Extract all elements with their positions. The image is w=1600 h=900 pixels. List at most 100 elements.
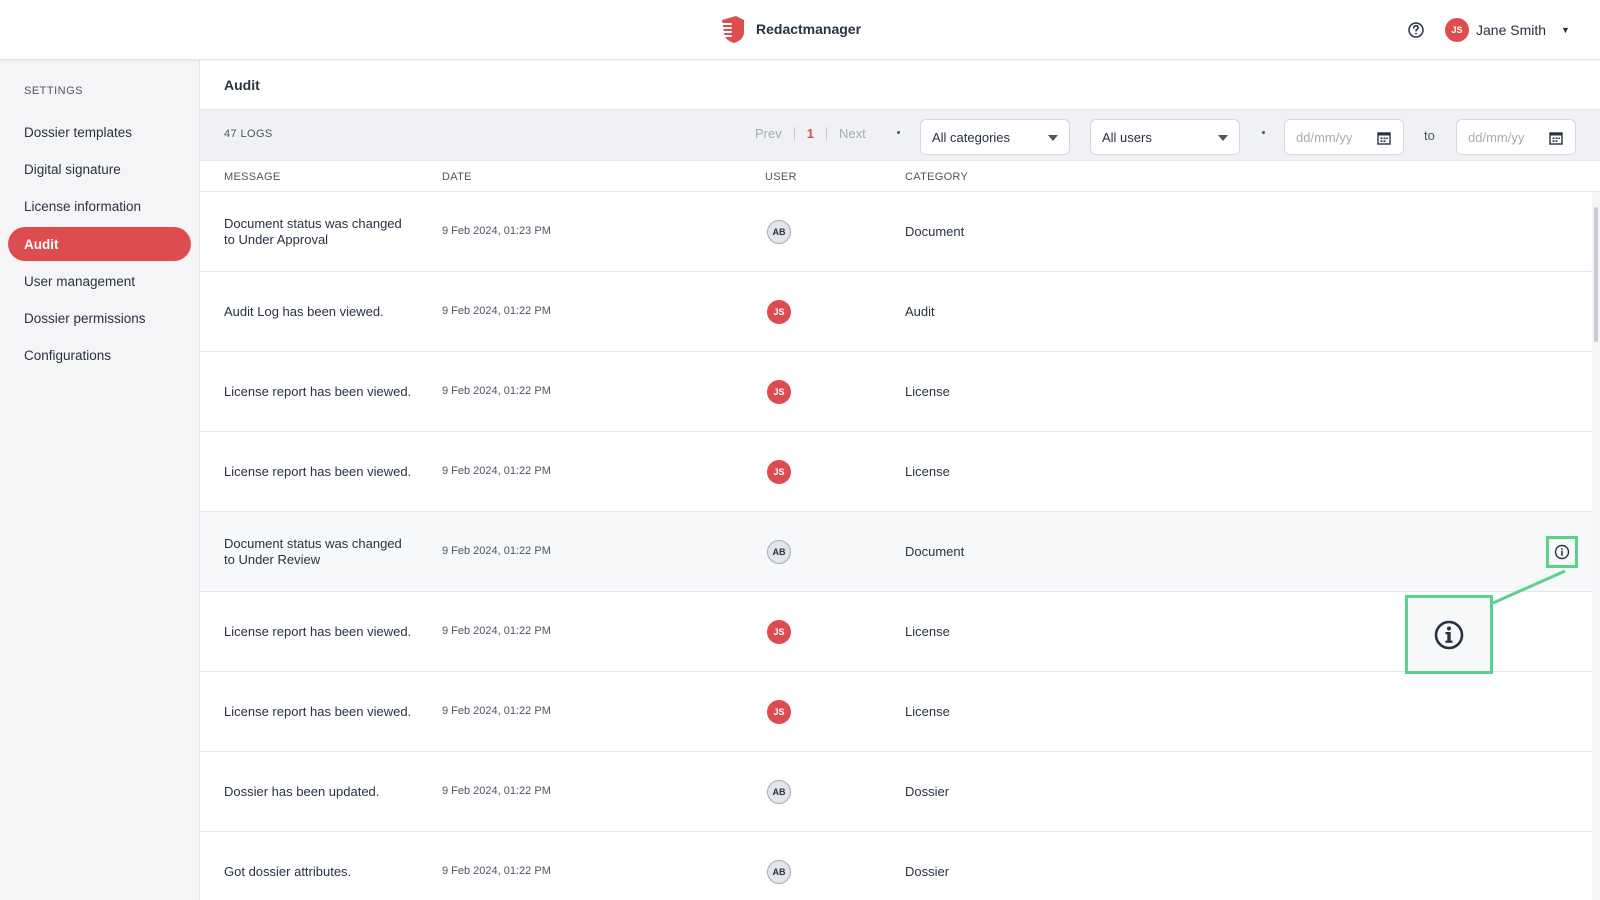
log-date: 9 Feb 2024, 01:22 PM: [442, 705, 551, 717]
table-row[interactable]: License report has been viewed. 9 Feb 20…: [200, 672, 1592, 752]
log-category: Dossier: [905, 784, 950, 799]
current-page[interactable]: 1: [807, 126, 814, 141]
calendar-icon[interactable]: [1549, 131, 1563, 145]
app-name: Redactmanager: [756, 21, 862, 37]
user-menu[interactable]: JS Jane Smith ▼: [1445, 18, 1570, 42]
caret-down-icon: ▼: [1561, 25, 1570, 35]
redactmanager-logo-icon: [718, 16, 744, 43]
log-date: 9 Feb 2024, 01:22 PM: [442, 785, 551, 797]
date-to-placeholder: dd/mm/yy: [1468, 129, 1525, 145]
row-details-button[interactable]: [1546, 536, 1578, 568]
sidebar-item-license-information[interactable]: License information: [8, 189, 191, 223]
avatar: JS: [767, 620, 791, 644]
scrollbar-thumb[interactable]: [1594, 207, 1598, 342]
chevron-down-icon: [1048, 135, 1058, 141]
settings-sidebar: SETTINGS Dossier templates Digital signa…: [0, 60, 200, 900]
sidebar-item-digital-signature[interactable]: Digital signature: [8, 152, 191, 186]
user-select-value: All users: [1102, 129, 1152, 145]
table-row[interactable]: Audit Log has been viewed. 9 Feb 2024, 0…: [200, 272, 1592, 352]
separator-dot: [1262, 131, 1265, 134]
log-date: 9 Feb 2024, 01:22 PM: [442, 625, 551, 637]
table-row[interactable]: Document status was changed to Under App…: [200, 192, 1592, 272]
log-date: 9 Feb 2024, 01:22 PM: [442, 305, 551, 317]
log-message: Document status was changed to Under App…: [224, 215, 402, 247]
log-category: Audit: [905, 304, 935, 319]
audit-log-table: Document status was changed to Under App…: [200, 192, 1592, 900]
page-title: Audit: [224, 76, 260, 93]
avatar: JS: [767, 300, 791, 324]
top-bar: Redactmanager JS Jane Smith ▼: [0, 0, 1600, 60]
avatar: JS: [767, 460, 791, 484]
log-message: Audit Log has been viewed.: [224, 303, 384, 319]
avatar: JS: [767, 380, 791, 404]
sidebar-item-dossier-permissions[interactable]: Dossier permissions: [8, 301, 191, 335]
date-from-input[interactable]: dd/mm/yy: [1284, 119, 1404, 155]
main-content: Audit 47 LOGS Prev 1 Next All categories…: [200, 60, 1600, 900]
log-message: License report has been viewed.: [224, 703, 412, 719]
avatar: JS: [767, 700, 791, 724]
log-date: 9 Feb 2024, 01:23 PM: [442, 225, 551, 237]
log-date: 9 Feb 2024, 01:22 PM: [442, 465, 551, 477]
log-message: Got dossier attributes.: [224, 863, 352, 879]
avatar: AB: [767, 540, 791, 564]
user-select[interactable]: All users: [1090, 119, 1240, 155]
log-message: License report has been viewed.: [224, 383, 412, 399]
avatar: AB: [767, 860, 791, 884]
table-row[interactable]: Document status was changed to Under Rev…: [200, 512, 1592, 592]
log-count: 47 LOGS: [224, 128, 273, 140]
table-scrollbar[interactable]: [1592, 192, 1600, 900]
zoom-callout: [1405, 595, 1493, 674]
sidebar-item-user-management[interactable]: User management: [8, 264, 191, 298]
log-message: Dossier has been updated.: [224, 783, 380, 799]
table-row[interactable]: Got dossier attributes. 9 Feb 2024, 01:2…: [200, 832, 1592, 900]
info-icon: [1434, 620, 1464, 649]
log-category: License: [905, 704, 950, 719]
log-date: 9 Feb 2024, 01:22 PM: [442, 385, 551, 397]
log-category: Document: [905, 544, 965, 559]
log-message: License report has been viewed.: [224, 623, 412, 639]
avatar: JS: [1445, 18, 1469, 42]
table-row[interactable]: License report has been viewed. 9 Feb 20…: [200, 352, 1592, 432]
log-category: License: [905, 464, 950, 479]
column-header-user[interactable]: USER: [765, 171, 797, 183]
category-select-value: All categories: [932, 129, 1011, 145]
date-to-input[interactable]: dd/mm/yy: [1456, 119, 1576, 155]
avatar: AB: [767, 780, 791, 804]
log-date: 9 Feb 2024, 01:22 PM: [442, 545, 551, 557]
prev-page-button[interactable]: Prev: [755, 126, 782, 141]
category-select[interactable]: All categories: [920, 119, 1070, 155]
sidebar-item-audit[interactable]: Audit: [8, 227, 191, 261]
sidebar-item-dossier-templates[interactable]: Dossier templates: [8, 115, 191, 149]
date-from-placeholder: dd/mm/yy: [1296, 129, 1353, 145]
sidebar-item-configurations[interactable]: Configurations: [8, 338, 191, 372]
calendar-icon[interactable]: [1377, 131, 1391, 145]
log-category: Dossier: [905, 864, 950, 879]
chevron-down-icon: [1218, 135, 1228, 141]
pagination: Prev 1 Next: [755, 126, 866, 141]
log-category: License: [905, 624, 950, 639]
log-date: 9 Feb 2024, 01:22 PM: [442, 865, 551, 877]
log-category: Document: [905, 224, 965, 239]
pager-divider: [825, 126, 827, 141]
date-range-to-label: to: [1424, 128, 1435, 143]
page-header: Audit: [200, 60, 1600, 110]
user-name: Jane Smith: [1476, 22, 1547, 38]
log-category: License: [905, 384, 950, 399]
column-header-date[interactable]: DATE: [442, 171, 472, 183]
avatar: AB: [767, 220, 791, 244]
table-row[interactable]: License report has been viewed. 9 Feb 20…: [200, 592, 1592, 672]
brand[interactable]: Redactmanager: [716, 14, 861, 44]
next-page-button[interactable]: Next: [839, 126, 866, 141]
table-header: MESSAGE DATE USER CATEGORY: [200, 161, 1600, 192]
help-circle-icon[interactable]: [1406, 20, 1426, 40]
info-icon: [1554, 544, 1570, 560]
pager-divider: [793, 126, 795, 141]
sidebar-heading: SETTINGS: [24, 85, 84, 97]
log-message: Document status was changed to Under Rev…: [224, 535, 402, 567]
filter-toolbar: 47 LOGS Prev 1 Next All categories All u…: [200, 110, 1600, 161]
table-row[interactable]: License report has been viewed. 9 Feb 20…: [200, 432, 1592, 512]
separator-dot: [897, 131, 900, 134]
table-row[interactable]: Dossier has been updated. 9 Feb 2024, 01…: [200, 752, 1592, 832]
column-header-message[interactable]: MESSAGE: [224, 171, 281, 183]
column-header-category[interactable]: CATEGORY: [905, 171, 968, 183]
